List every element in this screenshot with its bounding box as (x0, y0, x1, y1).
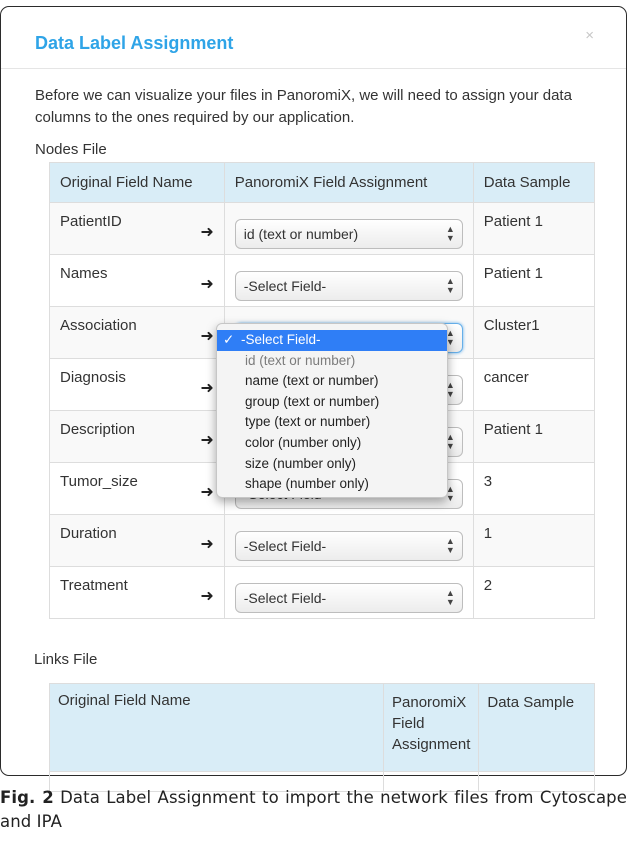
field-assignment-cell: id (text or number) ▲ ▼ (223, 202, 474, 255)
caption-text: Data Label Assignment to import the netw… (0, 788, 627, 831)
checkmark-icon: ✓ (223, 332, 235, 347)
right-arrow-icon: ➜ (200, 536, 214, 553)
original-field-name: Diagnosis (60, 369, 126, 386)
original-field-cell: Duration ➜ (49, 514, 225, 567)
field-select-value: -Select Field- (243, 590, 327, 606)
dropdown-option-label: color (number only) (245, 434, 362, 450)
updown-chevron-icon: ▲ ▼ (445, 588, 455, 607)
dropdown-option-label: id (text or number) (245, 352, 356, 368)
dropdown-option[interactable]: group (text or number) (217, 392, 447, 413)
header-original-field-name: Original Field Name (49, 162, 225, 203)
dropdown-option-label: size (number only) (245, 455, 357, 471)
right-arrow-icon: ➜ (200, 588, 214, 605)
field-select-value: id (text or number) (243, 226, 359, 242)
dropdown-option[interactable]: name (text or number) (217, 371, 447, 392)
data-sample-cell: Patient 1 (472, 410, 596, 463)
table-row: Names ➜ -Select Field- ▲ ▼ Patient 1 (49, 254, 596, 307)
original-field-cell: Treatment ➜ (49, 566, 225, 619)
data-sample-cell: Cluster1 (472, 306, 596, 359)
table-row: PatientID ➜ id (text or number) ▲ ▼ Patient 1 (49, 202, 596, 255)
field-select-dropdown: ✓ -Select Field-id (text or number) name (… (216, 323, 448, 498)
links-table: Original Field Name PanoromiX Field Assi… (49, 683, 595, 792)
data-sample-cell: 3 (472, 462, 596, 515)
original-field-cell: Diagnosis ➜ (49, 358, 225, 411)
original-field-name: Duration (60, 525, 117, 542)
links-header-field-assignment: PanoromiX Field Assignment (382, 683, 480, 772)
modal-header: Data Label Assignment × (1, 7, 626, 69)
links-header-data-sample: Data Sample (478, 683, 595, 772)
nodes-header-row: Original Field Name PanoromiX Field Assi… (49, 162, 596, 203)
field-select-value: -Select Field- (243, 278, 327, 294)
right-arrow-icon: ➜ (200, 380, 214, 397)
right-arrow-icon: ➜ (200, 276, 214, 293)
right-arrow-icon: ➜ (200, 484, 214, 501)
data-sample-cell: cancer (472, 358, 596, 411)
dropdown-option[interactable]: color (number only) (217, 433, 447, 454)
caption-label: Fig. 2 (0, 788, 54, 807)
field-assignment-cell: -Select Field- ▲▼ (223, 566, 474, 619)
dropdown-option-label: -Select Field- (241, 332, 321, 347)
original-field-name: Treatment (60, 577, 128, 594)
nodes-file-label: Nodes File (35, 141, 107, 158)
original-field-name: Names (60, 265, 108, 282)
original-field-name: PatientID (60, 213, 122, 230)
original-field-name: Tumor_size (60, 473, 138, 490)
original-field-name: Association (60, 317, 137, 334)
header-field-assignment: PanoromiX Field Assignment (223, 162, 474, 203)
dropdown-option-label: name (text or number) (245, 373, 379, 389)
original-field-cell: Tumor_size ➜ (49, 462, 225, 515)
data-sample-cell: Patient 1 (472, 202, 596, 255)
dropdown-option[interactable]: ✓ -Select Field- (217, 330, 447, 351)
dropdown-option[interactable]: id (text or number) (217, 351, 447, 372)
links-header-row: Original Field Name PanoromiX Field Assi… (49, 683, 595, 772)
field-select[interactable]: -Select Field- ▲▼ (234, 271, 463, 301)
links-header-original-field-name: Original Field Name (49, 683, 384, 772)
original-field-cell: PatientID ➜ (49, 202, 225, 255)
right-arrow-icon: ➜ (200, 328, 214, 345)
updown-chevron-icon: ▲ ▼ (445, 536, 455, 555)
original-field-cell: Description ➜ (49, 410, 225, 463)
table-row: Duration ➜ -Select Field- ▲ ▼ 1 (49, 514, 596, 567)
dropdown-option-label: type (text or number) (245, 414, 371, 430)
original-field-name: Description (60, 421, 136, 438)
intro-text: Before we can visualize your files in Pa… (35, 87, 572, 126)
links-file-label: Links File (34, 651, 98, 668)
data-sample-cell: Patient 1 (472, 254, 596, 307)
field-select[interactable]: id (text or number) ▲ ▼ (234, 219, 463, 249)
data-sample-cell: 2 (472, 566, 596, 619)
dropdown-option[interactable]: size (number only) (217, 454, 447, 475)
right-arrow-icon: ➜ (200, 432, 214, 449)
close-icon[interactable]: × (585, 27, 594, 44)
field-assignment-cell: -Select Field- ▲▼ (223, 514, 474, 567)
table-row: Treatment ➜ -Select Field- ▲ ▼ 2 (49, 566, 596, 619)
updown-chevron-icon: ▲ ▼ (445, 224, 455, 243)
field-select-value: -Select Field- (243, 538, 327, 554)
field-select[interactable]: -Select Field- ▲▼ (234, 583, 463, 613)
header-data-sample: Data Sample (472, 162, 596, 203)
dropdown-option[interactable]: type (text or number) (217, 412, 447, 433)
dropdown-option[interactable]: shape (number only) (217, 474, 447, 495)
data-sample-cell: 1 (472, 514, 596, 567)
dropdown-option-label: group (text or number) (245, 393, 380, 409)
updown-chevron-icon: ▲ ▼ (445, 276, 455, 295)
field-select[interactable]: -Select Field- ▲▼ (234, 531, 463, 561)
original-field-cell: Names ➜ (49, 254, 225, 307)
field-assignment-cell: -Select Field- ▲▼ (223, 254, 474, 307)
dropdown-option-label: shape (number only) (245, 476, 369, 492)
original-field-cell: Association ➜ (49, 306, 225, 359)
figure-caption: Fig. 2 Data Label Assignment to import t… (0, 786, 627, 834)
right-arrow-icon: ➜ (200, 224, 214, 241)
modal-title: Data Label Assignment (35, 33, 234, 53)
